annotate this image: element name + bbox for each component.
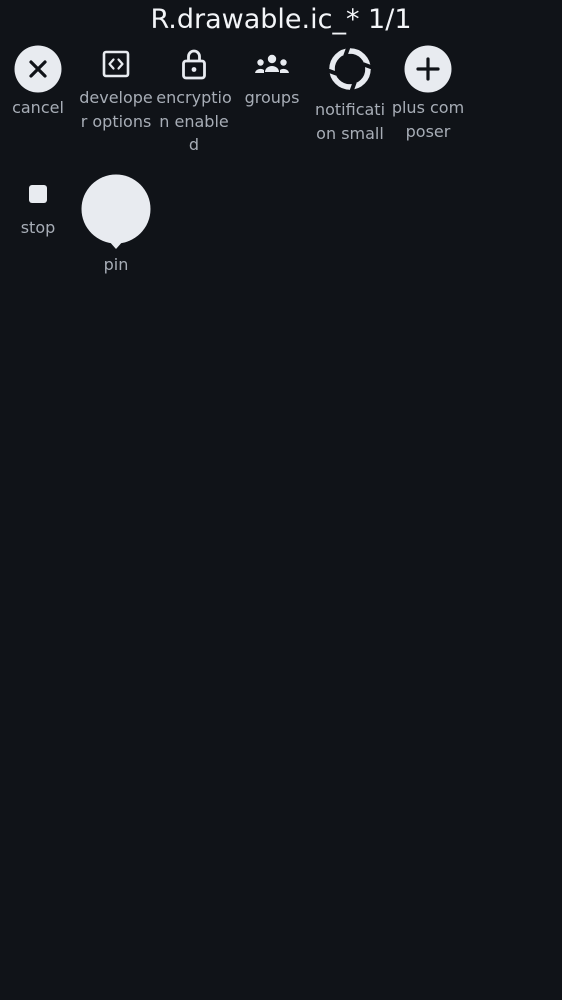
icon-label-cancel: cancel <box>12 98 64 117</box>
icon-cell-pin[interactable]: pin <box>77 174 155 279</box>
page-title: R.drawable.ic_* 1/1 <box>150 4 412 35</box>
lock-icon <box>155 47 233 81</box>
notification-small-icon <box>311 42 389 96</box>
icon-cell-cancel[interactable]: cancel <box>0 42 77 122</box>
stop-icon <box>0 183 77 205</box>
icon-cell-plus-composer[interactable]: plus composer <box>389 42 467 167</box>
icon-cell-groups[interactable]: groups <box>233 42 311 112</box>
plus-icon <box>389 45 467 93</box>
icon-label-encryption-enabled: encryption enabled <box>156 88 232 154</box>
pin-icon <box>77 174 155 250</box>
cancel-icon <box>0 45 77 93</box>
icon-label-groups: groups <box>244 88 300 107</box>
developer-options-icon <box>77 49 155 79</box>
icon-label-notification-small: notification small <box>314 100 386 143</box>
icon-label-plus-composer: plus composer <box>391 98 465 141</box>
icon-cell-stop[interactable]: stop <box>0 180 77 240</box>
icon-cell-encryption-enabled[interactable]: encryption enabled <box>155 42 233 157</box>
icon-label-pin: pin <box>103 255 129 274</box>
icon-cell-notification-small[interactable]: notification small <box>311 42 389 170</box>
icon-label-stop: stop <box>20 218 56 237</box>
icon-label-developer-options: developer options <box>79 88 153 131</box>
icon-cell-developer-options[interactable]: developer options <box>77 42 155 157</box>
groups-icon <box>233 52 311 78</box>
